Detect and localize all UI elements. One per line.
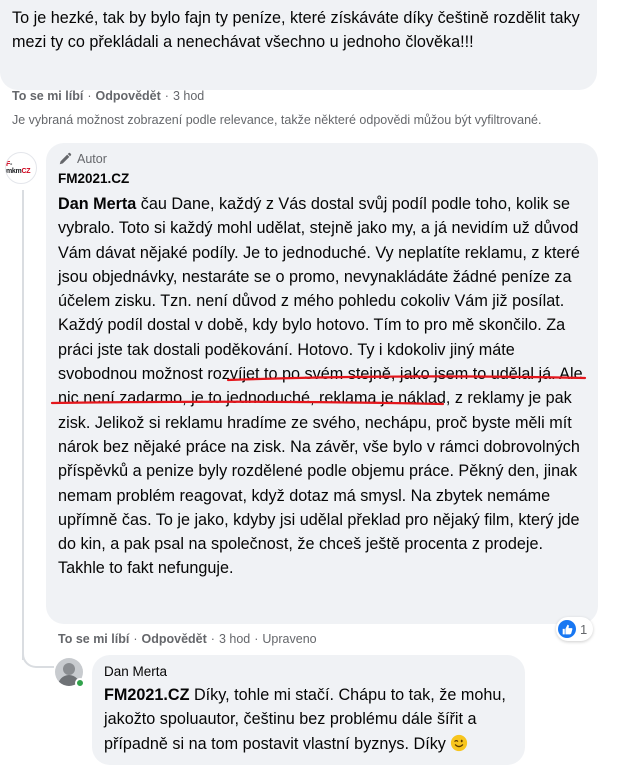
reaction-number: 1: [580, 621, 588, 637]
like-button[interactable]: To se mi líbí: [58, 632, 129, 646]
thread-line: [22, 190, 24, 660]
like-button[interactable]: To se mi líbí: [12, 89, 83, 103]
pen-icon: [59, 152, 72, 165]
reply-button[interactable]: Odpovědět: [95, 89, 160, 103]
reply-text-part: čau Dane, každý z Vás dostal svůj podíl …: [58, 195, 580, 359]
mention-link[interactable]: Dan Merta: [58, 195, 136, 213]
thread-connector: [22, 640, 54, 668]
reply-text: FM2021.CZ Díky, tohle mi stačí. Chápu to…: [104, 683, 513, 756]
online-status-icon: [75, 678, 85, 688]
author-badge: Autor: [58, 151, 586, 167]
page-logo: F-mkmCZ: [6, 161, 31, 175]
reply-actions: To se mi líbí · Odpovědět · 3 hod · Upraveno: [58, 632, 317, 646]
author-badge-label: Autor: [77, 152, 107, 166]
wink-emoji-icon: [451, 734, 468, 751]
like-icon: [558, 620, 576, 638]
reply-text-part: Ale nic není zadarmo, je to jednoduché, …: [58, 365, 583, 578]
comment-actions: To se mi líbí · Odpovědět · 3 hod: [12, 89, 205, 103]
comment-text: To je hezké, tak by bylo fajn ty peníze,…: [12, 9, 580, 51]
reaction-count[interactable]: 1: [556, 617, 594, 641]
relevance-notice: Je vybraná možnost zobrazení podle relev…: [12, 113, 542, 127]
comment-bubble: To je hezké, tak by bylo fajn ty peníze,…: [0, 0, 597, 90]
reply-bubble: Autor FM2021.CZ Dan Merta čau Dane, každ…: [46, 143, 598, 624]
reply-button[interactable]: Odpovědět: [141, 632, 206, 646]
mention-link[interactable]: FM2021.CZ: [104, 686, 189, 704]
timestamp[interactable]: 3 hod: [173, 89, 204, 103]
reply-bubble: Dan Merta FM2021.CZ Díky, tohle mi stačí…: [92, 655, 525, 765]
edited-label[interactable]: Upraveno: [262, 632, 316, 646]
commenter-name[interactable]: Dan Merta: [104, 663, 513, 681]
commenter-name[interactable]: FM2021.CZ: [58, 170, 586, 188]
page-avatar[interactable]: F-mkmCZ: [5, 152, 37, 184]
timestamp[interactable]: 3 hod: [219, 632, 250, 646]
reply-text: Dan Merta čau Dane, každý z Vás dostal s…: [58, 192, 586, 581]
